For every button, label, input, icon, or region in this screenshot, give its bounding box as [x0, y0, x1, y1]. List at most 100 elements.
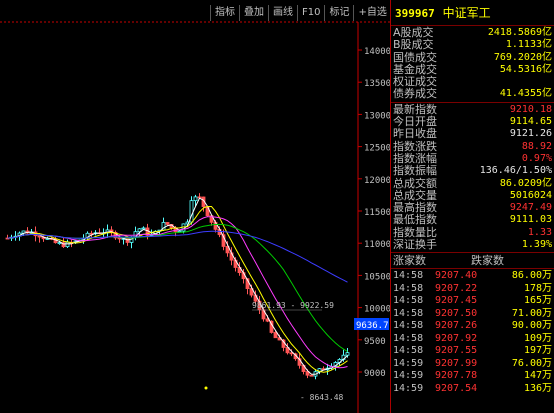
tick-price: 9207.50 — [435, 307, 478, 319]
stat-value: 2418.5869亿 — [487, 27, 552, 38]
tick-price: 9207.22 — [435, 282, 478, 294]
stat-row: 深证换手 1.39% — [391, 238, 554, 252]
candle-body — [117, 237, 122, 240]
tick-time: 14:59 — [393, 357, 424, 369]
tick-volume: 71.00万 — [511, 307, 552, 319]
stat-value: 86.0209亿 — [499, 177, 552, 189]
index-name: 中证军工 — [442, 6, 491, 20]
stat-row: 总成交额 86.0209亿 — [391, 176, 554, 190]
stat-label: 总成交额 — [393, 176, 437, 190]
tick-row[interactable]: 14:59 9207.78 147万 — [391, 370, 554, 383]
stat-value: 9111.03 — [509, 214, 552, 226]
tick-time: 14:58 — [393, 307, 424, 319]
fall-count-label: 跌家数 — [471, 254, 504, 268]
tick-price: 9207.92 — [435, 332, 478, 344]
signal-dot — [204, 386, 208, 390]
tick-row[interactable]: 14:58 9207.26 90.00万 — [391, 320, 554, 333]
tick-time: 14:58 — [393, 345, 424, 357]
tick-volume: 197万 — [523, 345, 552, 357]
tick-time: 14:58 — [393, 332, 424, 344]
stat-label: B股成交 — [393, 38, 434, 52]
stat-value: 9114.65 — [509, 116, 552, 128]
market-turnover-list: A股成交 2418.5869亿 B股成交 1.1133亿 国债成交 769.2020亿 基金… — [391, 26, 554, 101]
tick-row[interactable]: 14:58 9207.92 109万 — [391, 333, 554, 346]
candle-body — [345, 352, 350, 356]
tick-price: 9207.55 — [435, 345, 478, 357]
candle-body — [57, 242, 62, 245]
stat-label: 债券成交 — [393, 87, 437, 101]
tick-row[interactable]: 14:58 9207.55 197万 — [391, 345, 554, 358]
stat-row: 债券成交 41.4355亿 — [391, 87, 554, 101]
index-title: 399967 中证军工 — [391, 0, 554, 24]
tick-price: 9207.40 — [435, 270, 478, 282]
tick-header: 涨家数 跌家数 — [391, 254, 554, 267]
low-annotation: - 8643.48 — [300, 393, 344, 402]
stat-value: 1.39% — [521, 239, 552, 251]
candle-body — [65, 241, 70, 248]
tick-row[interactable]: 14:59 9207.54 136万 — [391, 383, 554, 396]
tick-row[interactable]: 14:59 9207.99 76.00万 — [391, 358, 554, 371]
toolbar-add-watchlist-button[interactable]: +自选 — [353, 5, 390, 21]
stat-value: 54.5316亿 — [499, 63, 552, 75]
tick-time: 14:59 — [393, 370, 424, 382]
stat-label: 最低指数 — [393, 213, 437, 227]
y-tick-label: 10000 — [364, 305, 390, 315]
candle-body — [141, 227, 146, 230]
stat-label: 昨日收盘 — [393, 127, 437, 141]
crosshair-value: 9636.7 — [356, 321, 389, 331]
tick-price: 9207.45 — [435, 295, 478, 307]
stat-value: 1.33 — [527, 226, 552, 238]
tick-time: 14:58 — [393, 270, 424, 282]
tick-volume: 86.00万 — [511, 270, 552, 282]
kline-chart-pane[interactable]: 14000 13500 13000 12500 12000 11500 11000 10500… — [0, 0, 416, 413]
stat-value: 9121.26 — [509, 128, 552, 140]
toolbar-indicator-button[interactable]: 指标 — [210, 5, 239, 21]
stat-value: 1.1133亿 — [505, 39, 552, 51]
toolbar-draw-line-button[interactable]: 画线 — [268, 5, 297, 21]
y-tick-label: 13500 — [364, 79, 390, 89]
tick-time: 14:58 — [393, 320, 424, 332]
tick-volume: 76.00万 — [511, 357, 552, 369]
stat-value: 9247.49 — [509, 202, 552, 214]
y-tick-label: 9000 — [364, 369, 386, 379]
toolbar-mark-button[interactable]: 标记 — [324, 5, 353, 21]
tick-volume: 136万 — [523, 382, 552, 394]
tick-row[interactable]: 14:58 9207.50 71.00万 — [391, 308, 554, 321]
tick-price: 9207.99 — [435, 357, 478, 369]
range-annotation: 9861.93 - 9922.59 — [252, 301, 334, 310]
stat-value: 9210.18 — [509, 103, 552, 115]
tick-row[interactable]: 14:58 9207.22 178万 — [391, 283, 554, 296]
toolbar-f10-button[interactable]: F10 — [297, 5, 324, 21]
stat-value: 41.4355亿 — [499, 88, 552, 100]
toolbar-overlay-button[interactable]: 叠加 — [239, 5, 268, 21]
stat-value: 0.97% — [521, 152, 552, 164]
y-tick-label: 11000 — [364, 240, 390, 250]
index-stats-list: 最新指数 9210.18 今日开盘 9114.65 昨日收盘 9121.26 指数涨跌 88.… — [391, 103, 554, 252]
candle-body — [165, 222, 170, 225]
quote-info-pane: 399967 中证军工 A股成交 2418.5869亿 B股成交 1.1133亿 国债成… — [390, 0, 554, 413]
ma10-line — [7, 206, 348, 373]
tick-volume: 165万 — [523, 295, 552, 307]
y-tick-label: 14000 — [364, 47, 390, 57]
tick-time: 14:59 — [393, 382, 424, 394]
candle-body — [193, 196, 198, 202]
candle-body — [309, 374, 314, 377]
y-tick-label: 12000 — [364, 176, 390, 186]
price-chart[interactable]: 14000 13500 13000 12500 12000 11500 11000 10500… — [0, 0, 390, 413]
ma5-line — [7, 197, 348, 375]
rise-count-label: 涨家数 — [393, 254, 426, 268]
tick-row[interactable]: 14:58 9207.45 165万 — [391, 295, 554, 308]
tick-row[interactable]: 14:58 9207.40 86.00万 — [391, 270, 554, 283]
tick-price: 9207.78 — [435, 370, 478, 382]
divider — [391, 268, 554, 270]
y-tick-label: 12500 — [364, 144, 390, 154]
tick-volume: 109万 — [523, 332, 552, 344]
tick-volume: 90.00万 — [511, 320, 552, 332]
stat-value: 769.2020亿 — [493, 51, 552, 63]
tick-list[interactable]: 14:58 9207.40 86.00万 14:58 9207.22 178万 14:58 9… — [391, 270, 554, 395]
tick-price: 9207.54 — [435, 382, 478, 394]
stat-row: 昨日收盘 9121.26 — [391, 127, 554, 141]
y-tick-label: 11500 — [364, 208, 390, 218]
candle-body — [273, 332, 278, 339]
stat-label: 深证换手 — [393, 238, 437, 252]
